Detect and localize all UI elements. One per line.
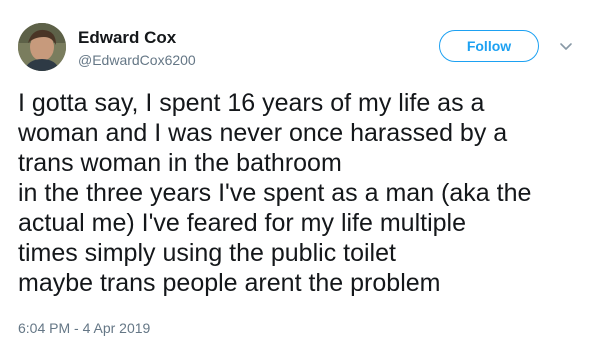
tweet-text-line: in the three years I've spent as a man (… — [18, 179, 532, 207]
tweet-text-line: times simply using the public toilet — [18, 239, 396, 267]
tweet-text: I gotta say, I spent 16 years of my life… — [18, 88, 593, 298]
avatar[interactable] — [18, 23, 66, 71]
tweet-text-line: maybe trans people arent the problem — [18, 269, 441, 297]
tweet-timestamp[interactable]: 6:04 PM - 4 Apr 2019 — [18, 319, 150, 337]
tweet-text-line: I gotta say, I spent 16 years of my life… — [18, 89, 485, 117]
user-photo-icon — [18, 23, 66, 71]
chevron-down-icon[interactable] — [558, 38, 574, 54]
tweet-card: Edward Cox @EdwardCox6200 Follow I gotta… — [0, 0, 600, 349]
author-name[interactable]: Edward Cox — [78, 28, 176, 48]
tweet-text-line: trans woman in the bathroom — [18, 149, 342, 177]
follow-button[interactable]: Follow — [439, 30, 539, 62]
tweet-text-line: actual me) I've feared for my life multi… — [18, 209, 466, 237]
author-handle[interactable]: @EdwardCox6200 — [78, 51, 196, 69]
tweet-text-line: woman and I was never once harassed by a — [18, 119, 508, 147]
